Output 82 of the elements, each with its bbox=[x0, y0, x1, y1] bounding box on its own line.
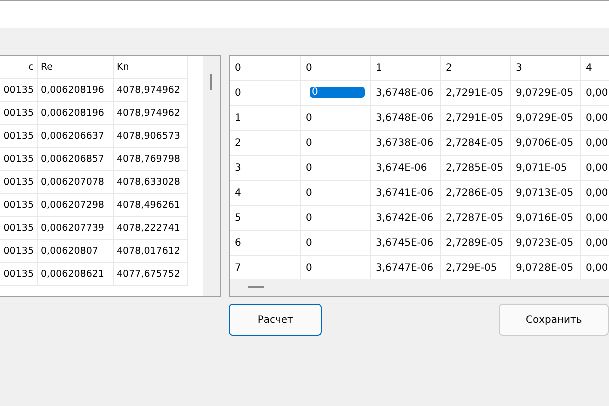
table-cell[interactable]: 1 bbox=[230, 106, 301, 131]
column-header[interactable]: 0 bbox=[301, 56, 371, 81]
table-cell[interactable]: 0 bbox=[310, 87, 365, 98]
table-cell[interactable]: 0,00 bbox=[581, 181, 609, 206]
table-cell[interactable]: 9,0729E-05 bbox=[511, 106, 581, 131]
table-cell: 00135 bbox=[0, 171, 38, 194]
table-cell: 0,006206857 bbox=[38, 148, 114, 171]
table-cell[interactable]: 0,00 bbox=[581, 206, 609, 231]
table-cell[interactable]: 4 bbox=[230, 181, 301, 206]
table-cell: 4078,906573 bbox=[114, 125, 188, 148]
table-cell[interactable]: 2,7287E-05 bbox=[441, 206, 511, 231]
column-header[interactable]: 3 bbox=[511, 56, 581, 81]
table-cell: 4078,633028 bbox=[114, 171, 188, 194]
table-cell[interactable]: 0,00 bbox=[581, 106, 609, 131]
table-cell[interactable]: 3,6748E-06 bbox=[371, 106, 441, 131]
table-cell: 00135 bbox=[0, 125, 38, 148]
table-cell: 0,006208196 bbox=[38, 79, 114, 102]
table-cell: 0,006207298 bbox=[38, 194, 114, 217]
table-cell: 4078,017612 bbox=[114, 240, 188, 263]
table-cell[interactable]: 0 bbox=[230, 81, 301, 106]
table-cell[interactable]: 9,0723E-05 bbox=[511, 231, 581, 256]
table-cell: 00135 bbox=[0, 79, 38, 102]
table-cell: 0,006207739 bbox=[38, 217, 114, 240]
table-cell[interactable]: 2,7284E-05 bbox=[441, 131, 511, 156]
table-cell[interactable]: 2,7289E-05 bbox=[441, 231, 511, 256]
table-cell: 4078,974962 bbox=[114, 79, 188, 102]
table-cell: 4078,974962 bbox=[114, 102, 188, 125]
table-cell[interactable]: 9,0706E-05 bbox=[511, 131, 581, 156]
table-cell[interactable]: 0 bbox=[301, 106, 371, 131]
table-cell: 4077,675752 bbox=[114, 263, 188, 286]
table-cell[interactable]: 9,0716E-05 bbox=[511, 206, 581, 231]
vertical-scrollbar[interactable] bbox=[203, 56, 220, 296]
table-cell[interactable]: 0 bbox=[301, 156, 371, 181]
table-cell: 00135 bbox=[0, 194, 38, 217]
table-cell[interactable]: 2 bbox=[230, 131, 301, 156]
horizontal-scrollbar[interactable] bbox=[230, 279, 609, 296]
table-cell[interactable]: 5 bbox=[230, 206, 301, 231]
table-cell[interactable]: 2,7286E-05 bbox=[441, 181, 511, 206]
table-cell[interactable]: 9,071E-05 bbox=[511, 156, 581, 181]
table-cell: 00135 bbox=[0, 148, 38, 171]
table-cell[interactable]: 9,0729E-05 bbox=[511, 81, 581, 106]
table-cell[interactable]: 0 bbox=[301, 206, 371, 231]
column-header[interactable]: 0 bbox=[230, 56, 301, 81]
column-header[interactable]: Kn bbox=[114, 56, 188, 79]
table-cell[interactable]: 2,7291E-05 bbox=[441, 106, 511, 131]
table-cell[interactable]: 0 bbox=[301, 181, 371, 206]
table-cell: 00135 bbox=[0, 263, 38, 286]
table-cell[interactable]: 3,6748E-06 bbox=[371, 81, 441, 106]
table-cell[interactable]: 3,674E-06 bbox=[371, 156, 441, 181]
table-cell: 4078,222741 bbox=[114, 217, 188, 240]
column-header[interactable]: Re bbox=[38, 56, 114, 79]
table-cell[interactable]: 3,6738E-06 bbox=[371, 131, 441, 156]
calculate-button[interactable]: Расчет bbox=[229, 304, 322, 336]
table-cell[interactable]: 3 bbox=[230, 156, 301, 181]
table-cell: 0,006208621 bbox=[38, 263, 114, 286]
table-cell: 0,006207078 bbox=[38, 171, 114, 194]
table-cell: 0,006208196 bbox=[38, 102, 114, 125]
column-header[interactable]: 4 bbox=[581, 56, 609, 81]
table-cell: 4078,496261 bbox=[114, 194, 188, 217]
table-cell: 00135 bbox=[0, 102, 38, 125]
table-cell: 0,00620807 bbox=[38, 240, 114, 263]
table-cell[interactable]: 0,00 bbox=[581, 156, 609, 181]
table-cell[interactable]: 0 bbox=[301, 131, 371, 156]
table-cell: 4078,769798 bbox=[114, 148, 188, 171]
column-header[interactable]: 1 bbox=[371, 56, 441, 81]
column-header[interactable]: 2 bbox=[441, 56, 511, 81]
table-cell[interactable]: 0,00 bbox=[581, 131, 609, 156]
table-cell[interactable]: 3,6745E-06 bbox=[371, 231, 441, 256]
save-button[interactable]: Сохранить bbox=[499, 304, 609, 336]
table-cell: 00135 bbox=[0, 240, 38, 263]
table-cell[interactable]: 2,7285E-05 bbox=[441, 156, 511, 181]
table-cell[interactable]: 2,7291E-05 bbox=[441, 81, 511, 106]
column-header[interactable]: c bbox=[0, 56, 38, 79]
table-cell: 00135 bbox=[0, 217, 38, 240]
table-cell[interactable]: 3,6742E-06 bbox=[371, 206, 441, 231]
table-cell: 0,006206637 bbox=[38, 125, 114, 148]
table-cell[interactable]: 6 bbox=[230, 231, 301, 256]
table-cell[interactable]: 3,6741E-06 bbox=[371, 181, 441, 206]
table-cell[interactable]: 9,0713E-05 bbox=[511, 181, 581, 206]
table-cell[interactable]: 0 bbox=[301, 231, 371, 256]
table-cell[interactable]: 0,00 bbox=[581, 81, 609, 106]
table-cell[interactable]: 0,00 bbox=[581, 231, 609, 256]
